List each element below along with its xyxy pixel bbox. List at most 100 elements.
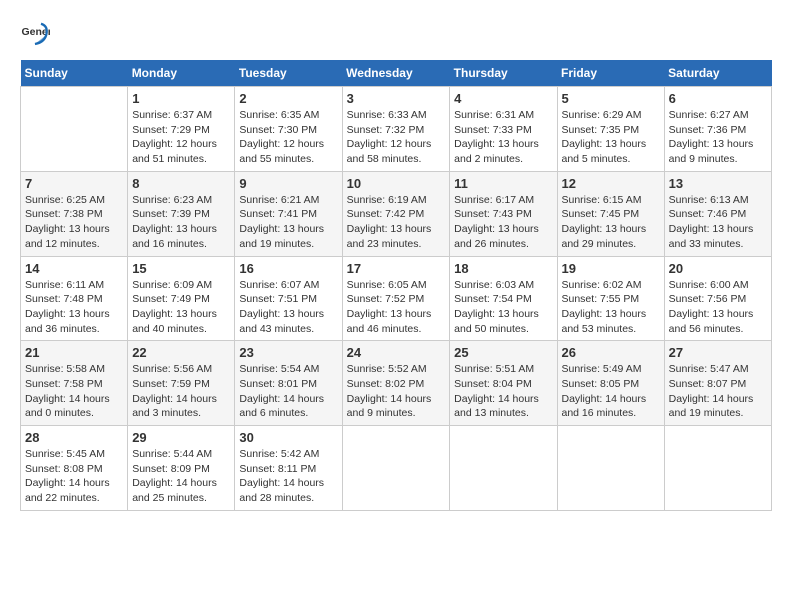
calendar-cell: 12 Sunrise: 6:15 AM Sunset: 7:45 PM Dayli… xyxy=(557,171,664,256)
calendar-cell: 17Sunrise: 6:05 AM Sunset: 7:52 PM Dayli… xyxy=(342,256,450,341)
day-number: 15 xyxy=(132,261,230,276)
day-number: 7 xyxy=(25,176,123,191)
day-number: 26 xyxy=(562,345,660,360)
calendar-cell xyxy=(450,426,557,511)
header-friday: Friday xyxy=(557,60,664,87)
day-number: 1 xyxy=(132,91,230,106)
day-info: Sunrise: 6:25 AM Sunset: 7:38 PM Dayligh… xyxy=(25,193,123,252)
calendar-cell: 1 Sunrise: 6:37 AM Sunset: 7:29 PM Daylig… xyxy=(128,87,235,172)
day-number: 4 xyxy=(454,91,552,106)
calendar-cell: 11 Sunrise: 6:17 AM Sunset: 7:43 PM Dayli… xyxy=(450,171,557,256)
calendar-cell: 7 Sunrise: 6:25 AM Sunset: 7:38 PM Daylig… xyxy=(21,171,128,256)
week-row-3: 14 Sunrise: 6:11 AM Sunset: 7:48 PM Dayli… xyxy=(21,256,772,341)
calendar-cell: 9Sunrise: 6:21 AM Sunset: 7:41 PM Daylig… xyxy=(235,171,342,256)
calendar-cell: 10 Sunrise: 6:19 AM Sunset: 7:42 PM Dayli… xyxy=(342,171,450,256)
day-info: Sunrise: 6:29 AM Sunset: 7:35 PM Dayligh… xyxy=(562,108,660,167)
day-number: 12 xyxy=(562,176,660,191)
day-info: Sunrise: 5:56 AM Sunset: 7:59 PM Dayligh… xyxy=(132,362,230,421)
calendar-cell: 5 Sunrise: 6:29 AM Sunset: 7:35 PM Daylig… xyxy=(557,87,664,172)
day-info: Sunrise: 5:42 AM Sunset: 8:11 PM Dayligh… xyxy=(239,447,337,506)
day-info: Sunrise: 6:07 AM Sunset: 7:51 PM Dayligh… xyxy=(239,278,337,337)
calendar-cell: 18Sunrise: 6:03 AM Sunset: 7:54 PM Dayli… xyxy=(450,256,557,341)
calendar-cell: 6 Sunrise: 6:27 AM Sunset: 7:36 PM Daylig… xyxy=(664,87,771,172)
calendar-cell: 13 Sunrise: 6:13 AM Sunset: 7:46 PM Dayli… xyxy=(664,171,771,256)
day-info: Sunrise: 5:44 AM Sunset: 8:09 PM Dayligh… xyxy=(132,447,230,506)
day-number: 20 xyxy=(669,261,767,276)
calendar-cell: 30 Sunrise: 5:42 AM Sunset: 8:11 PM Dayli… xyxy=(235,426,342,511)
day-info: Sunrise: 6:33 AM Sunset: 7:32 PM Dayligh… xyxy=(347,108,446,167)
day-number: 27 xyxy=(669,345,767,360)
day-number: 28 xyxy=(25,430,123,445)
header-monday: Monday xyxy=(128,60,235,87)
day-info: Sunrise: 5:52 AM Sunset: 8:02 PM Dayligh… xyxy=(347,362,446,421)
week-row-2: 7 Sunrise: 6:25 AM Sunset: 7:38 PM Daylig… xyxy=(21,171,772,256)
day-info: Sunrise: 5:51 AM Sunset: 8:04 PM Dayligh… xyxy=(454,362,552,421)
day-info: Sunrise: 5:58 AM Sunset: 7:58 PM Dayligh… xyxy=(25,362,123,421)
day-info: Sunrise: 6:11 AM Sunset: 7:48 PM Dayligh… xyxy=(25,278,123,337)
day-number: 8 xyxy=(132,176,230,191)
day-info: Sunrise: 5:45 AM Sunset: 8:08 PM Dayligh… xyxy=(25,447,123,506)
calendar-cell: 22Sunrise: 5:56 AM Sunset: 7:59 PM Dayli… xyxy=(128,341,235,426)
calendar-cell: 4 Sunrise: 6:31 AM Sunset: 7:33 PM Daylig… xyxy=(450,87,557,172)
calendar-cell xyxy=(21,87,128,172)
day-info: Sunrise: 6:27 AM Sunset: 7:36 PM Dayligh… xyxy=(669,108,767,167)
day-number: 30 xyxy=(239,430,337,445)
day-info: Sunrise: 6:31 AM Sunset: 7:33 PM Dayligh… xyxy=(454,108,552,167)
calendar-header-row: SundayMondayTuesdayWednesdayThursdayFrid… xyxy=(21,60,772,87)
day-number: 11 xyxy=(454,176,552,191)
week-row-1: 1 Sunrise: 6:37 AM Sunset: 7:29 PM Daylig… xyxy=(21,87,772,172)
calendar-cell: 19 Sunrise: 6:02 AM Sunset: 7:55 PM Dayli… xyxy=(557,256,664,341)
day-number: 2 xyxy=(239,91,337,106)
day-info: Sunrise: 6:05 AM Sunset: 7:52 PM Dayligh… xyxy=(347,278,446,337)
calendar-cell xyxy=(664,426,771,511)
calendar-cell: 24 Sunrise: 5:52 AM Sunset: 8:02 PM Dayli… xyxy=(342,341,450,426)
day-info: Sunrise: 6:19 AM Sunset: 7:42 PM Dayligh… xyxy=(347,193,446,252)
page-header: General xyxy=(20,20,772,50)
logo: General xyxy=(20,20,54,50)
day-number: 24 xyxy=(347,345,446,360)
calendar-cell xyxy=(557,426,664,511)
calendar-cell: 20 Sunrise: 6:00 AM Sunset: 7:56 PM Dayli… xyxy=(664,256,771,341)
calendar-cell: 16 Sunrise: 6:07 AM Sunset: 7:51 PM Dayli… xyxy=(235,256,342,341)
header-saturday: Saturday xyxy=(664,60,771,87)
calendar-cell: 8 Sunrise: 6:23 AM Sunset: 7:39 PM Daylig… xyxy=(128,171,235,256)
day-number: 23 xyxy=(239,345,337,360)
day-info: Sunrise: 5:49 AM Sunset: 8:05 PM Dayligh… xyxy=(562,362,660,421)
calendar-cell: 25 Sunrise: 5:51 AM Sunset: 8:04 PM Dayli… xyxy=(450,341,557,426)
day-info: Sunrise: 6:03 AM Sunset: 7:54 PM Dayligh… xyxy=(454,278,552,337)
day-info: Sunrise: 6:13 AM Sunset: 7:46 PM Dayligh… xyxy=(669,193,767,252)
day-info: Sunrise: 6:00 AM Sunset: 7:56 PM Dayligh… xyxy=(669,278,767,337)
calendar-cell: 2 Sunrise: 6:35 AM Sunset: 7:30 PM Daylig… xyxy=(235,87,342,172)
week-row-5: 28 Sunrise: 5:45 AM Sunset: 8:08 PM Dayli… xyxy=(21,426,772,511)
day-number: 5 xyxy=(562,91,660,106)
week-row-4: 21 Sunrise: 5:58 AM Sunset: 7:58 PM Dayli… xyxy=(21,341,772,426)
day-info: Sunrise: 5:54 AM Sunset: 8:01 PM Dayligh… xyxy=(239,362,337,421)
header-thursday: Thursday xyxy=(450,60,557,87)
day-info: Sunrise: 6:37 AM Sunset: 7:29 PM Dayligh… xyxy=(132,108,230,167)
day-info: Sunrise: 6:02 AM Sunset: 7:55 PM Dayligh… xyxy=(562,278,660,337)
day-number: 16 xyxy=(239,261,337,276)
day-info: Sunrise: 6:35 AM Sunset: 7:30 PM Dayligh… xyxy=(239,108,337,167)
day-number: 14 xyxy=(25,261,123,276)
day-number: 13 xyxy=(669,176,767,191)
day-number: 19 xyxy=(562,261,660,276)
day-info: Sunrise: 6:21 AM Sunset: 7:41 PM Dayligh… xyxy=(239,193,337,252)
day-info: Sunrise: 6:15 AM Sunset: 7:45 PM Dayligh… xyxy=(562,193,660,252)
calendar-cell: 26 Sunrise: 5:49 AM Sunset: 8:05 PM Dayli… xyxy=(557,341,664,426)
calendar-cell: 15Sunrise: 6:09 AM Sunset: 7:49 PM Dayli… xyxy=(128,256,235,341)
day-info: Sunrise: 5:47 AM Sunset: 8:07 PM Dayligh… xyxy=(669,362,767,421)
day-number: 29 xyxy=(132,430,230,445)
calendar-cell: 14 Sunrise: 6:11 AM Sunset: 7:48 PM Dayli… xyxy=(21,256,128,341)
logo-icon: General xyxy=(20,20,50,50)
day-number: 10 xyxy=(347,176,446,191)
header-wednesday: Wednesday xyxy=(342,60,450,87)
calendar-cell: 3 Sunrise: 6:33 AM Sunset: 7:32 PM Daylig… xyxy=(342,87,450,172)
day-info: Sunrise: 6:23 AM Sunset: 7:39 PM Dayligh… xyxy=(132,193,230,252)
day-number: 6 xyxy=(669,91,767,106)
day-number: 3 xyxy=(347,91,446,106)
day-info: Sunrise: 6:17 AM Sunset: 7:43 PM Dayligh… xyxy=(454,193,552,252)
calendar-table: SundayMondayTuesdayWednesdayThursdayFrid… xyxy=(20,60,772,511)
calendar-cell xyxy=(342,426,450,511)
day-number: 21 xyxy=(25,345,123,360)
day-number: 25 xyxy=(454,345,552,360)
